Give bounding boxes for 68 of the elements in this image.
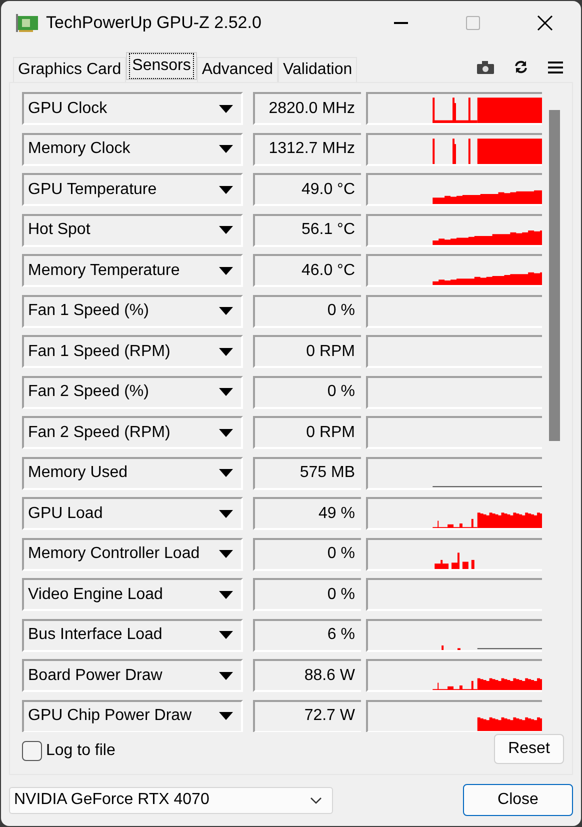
tab[interactable]: Graphics Card xyxy=(13,57,126,82)
sensor-select[interactable]: Fan 2 Speed (RPM) xyxy=(22,416,243,449)
sensor-select[interactable]: Memory Used xyxy=(22,456,243,490)
dropdown-arrow-icon xyxy=(219,388,233,396)
dropdown-arrow-icon xyxy=(219,226,233,234)
sensor-value: 88.6 W xyxy=(253,659,361,692)
sensor-select[interactable]: Bus Interface Load xyxy=(22,618,243,652)
scrollbar-thumb[interactable] xyxy=(549,110,560,441)
dropdown-arrow-icon xyxy=(219,104,233,112)
graphics-card-icon xyxy=(15,13,39,33)
dropdown-arrow-icon xyxy=(219,550,233,558)
load-graph-drawing xyxy=(477,716,542,730)
tab[interactable]: Advanced xyxy=(196,57,278,82)
dropdown-arrow-icon xyxy=(219,510,233,518)
sensor-select[interactable]: GPU Load xyxy=(22,497,243,530)
close-icon xyxy=(537,15,553,31)
dropdown-arrow-icon xyxy=(219,145,233,153)
sensor-value: 575 MB xyxy=(253,456,361,490)
dropdown-arrow-icon xyxy=(219,428,233,436)
sensor-select[interactable]: Memory Temperature xyxy=(22,254,243,287)
sensor-select[interactable]: Memory Controller Load xyxy=(22,538,243,570)
sensor-value: 0 % xyxy=(253,538,361,570)
log-to-file-checkbox[interactable]: Log to file xyxy=(22,739,116,763)
menu-icon[interactable] xyxy=(548,60,563,74)
dropdown-arrow-icon xyxy=(219,672,233,680)
sensor-value: 72.7 W xyxy=(253,700,361,732)
dropdown-arrow-icon xyxy=(219,348,233,356)
refresh-icon[interactable] xyxy=(514,60,528,74)
sensor-select[interactable]: GPU Clock xyxy=(22,92,243,125)
sensor-value: 2820.0 MHz xyxy=(253,92,361,125)
sensor-select[interactable]: Hot Spot xyxy=(22,214,243,246)
sensor-select[interactable]: GPU Temperature xyxy=(22,173,243,206)
dropdown-arrow-icon xyxy=(219,186,233,194)
sensor-value: 0 RPM xyxy=(253,335,361,368)
sensor-value: 0 % xyxy=(253,376,361,408)
sensor-value: 46.0 °C xyxy=(253,254,361,287)
dropdown-arrow-icon xyxy=(219,266,233,274)
reset-button[interactable]: Reset xyxy=(494,734,564,764)
sensor-value: 6 % xyxy=(253,618,361,652)
sensor-select[interactable]: Fan 2 Speed (%) xyxy=(22,376,243,408)
tab[interactable]: Validation xyxy=(278,57,358,82)
camera-icon[interactable] xyxy=(477,60,494,74)
sensor-value: 0 % xyxy=(253,578,361,611)
sensor-select[interactable]: Fan 1 Speed (%) xyxy=(22,294,243,328)
dropdown-arrow-icon xyxy=(219,469,233,477)
window-title: TechPowerUp GPU-Z 2.52.0 xyxy=(46,12,262,34)
dropdown-arrow-icon xyxy=(219,712,233,720)
sensor-value: 49.0 °C xyxy=(253,173,361,206)
dropdown-arrow-icon xyxy=(219,631,233,639)
chevron-down-icon xyxy=(310,796,322,804)
dropdown-arrow-icon xyxy=(219,307,233,315)
sensor-select[interactable]: Fan 1 Speed (RPM) xyxy=(22,335,243,368)
sensor-value: 49 % xyxy=(253,497,361,530)
tab[interactable]: Sensors xyxy=(126,52,197,80)
sensor-select[interactable]: Memory Clock xyxy=(22,132,243,166)
close-button[interactable]: Close xyxy=(463,784,573,816)
dropdown-arrow-icon xyxy=(219,590,233,598)
sensor-select[interactable]: Board Power Draw xyxy=(22,659,243,692)
sensor-value: 1312.7 MHz xyxy=(253,132,361,166)
controller-graph-drawing xyxy=(434,552,474,568)
sensor-value: 56.1 °C xyxy=(253,214,361,246)
sensor-value: 0 % xyxy=(253,294,361,328)
device-select[interactable]: NVIDIA GeForce RTX 4070 xyxy=(9,786,333,814)
minimize-icon xyxy=(394,22,408,24)
sensor-select[interactable]: Video Engine Load xyxy=(22,578,243,611)
maximize-icon xyxy=(466,16,480,30)
sensor-value: 0 RPM xyxy=(253,416,361,449)
sensor-select[interactable]: GPU Chip Power Draw xyxy=(22,700,243,732)
